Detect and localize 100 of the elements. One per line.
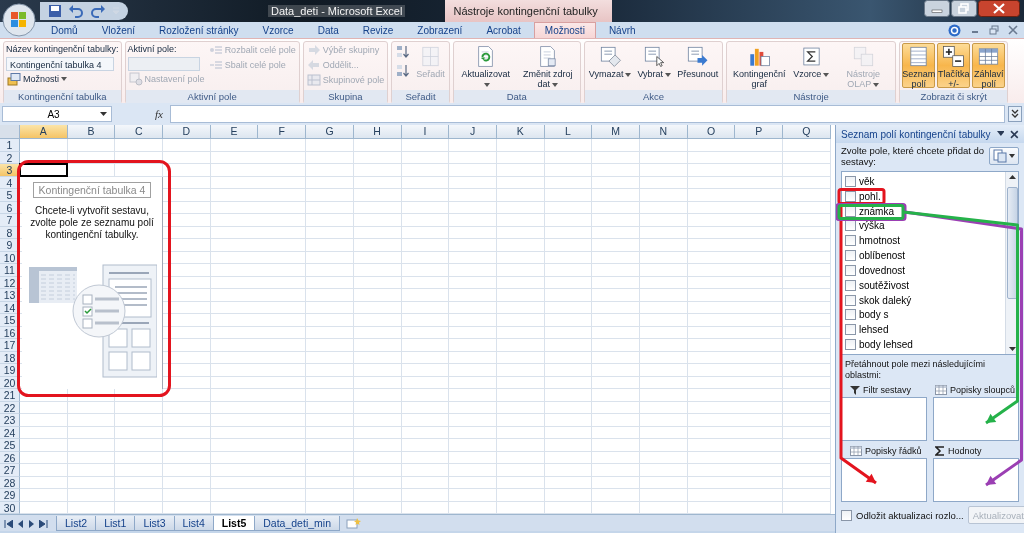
dropdown-button[interactable]: Změnit zdroj dat — [517, 43, 578, 88]
cell-grid[interactable] — [20, 139, 831, 514]
field-name[interactable]: soutěživost — [859, 279, 910, 291]
restore-button[interactable] — [951, 0, 977, 17]
ribbon-tab[interactable]: Data — [306, 22, 350, 38]
ribbon-tab[interactable]: Domů — [40, 22, 89, 38]
field-name[interactable]: výška — [859, 220, 885, 232]
row-header[interactable]: 27 — [0, 464, 20, 477]
column-header[interactable]: L — [544, 125, 593, 139]
row-header[interactable]: 15 — [0, 314, 20, 327]
sheet-tab[interactable]: List1 — [95, 516, 136, 531]
drop-area[interactable] — [933, 397, 1019, 441]
sheet-tab[interactable]: List4 — [173, 516, 214, 531]
row-header[interactable]: 19 — [0, 364, 20, 377]
ribbon-tab[interactable]: Návrh — [597, 22, 647, 38]
checkbox[interactable] — [845, 339, 856, 350]
checkbox[interactable] — [845, 205, 856, 217]
row-header[interactable]: 23 — [0, 414, 20, 427]
scroll-down-icon[interactable] — [1008, 347, 1016, 351]
row-header[interactable]: 7 — [0, 214, 20, 227]
row-header[interactable]: 11 — [0, 264, 20, 277]
row-header[interactable]: 5 — [0, 189, 20, 202]
close-icon[interactable] — [1010, 129, 1019, 139]
ribbon-button[interactable]: Přesunout — [675, 43, 721, 88]
column-header[interactable]: M — [592, 125, 640, 139]
column-header[interactable]: A — [20, 125, 68, 139]
dropdown-button[interactable]: Vymazat — [586, 43, 634, 88]
column-header[interactable]: F — [258, 125, 307, 139]
last-sheet-icon[interactable] — [39, 519, 48, 528]
column-header[interactable]: H — [353, 125, 402, 139]
insert-sheet-icon[interactable] — [345, 517, 361, 529]
checkbox[interactable] — [845, 294, 856, 306]
pivot-placeholder[interactable]: Kontingenční tabulka 4 Chcete-li vytvořit sestavu, zvolte pole ze seznamu polí kontingenční tabulky. — [22, 177, 163, 389]
dropdown-button[interactable]: Možnosti — [6, 72, 119, 86]
ribbon-tab[interactable]: Revize — [351, 22, 405, 38]
column-header[interactable]: C — [115, 125, 164, 139]
column-header[interactable]: I — [401, 125, 450, 139]
caret-icon[interactable] — [996, 131, 1005, 137]
field-name[interactable]: dovednost — [859, 264, 906, 276]
column-header[interactable]: B — [67, 125, 116, 139]
checkbox[interactable] — [845, 220, 856, 232]
drop-area[interactable] — [841, 397, 927, 441]
drop-area[interactable] — [841, 458, 927, 502]
close-button[interactable] — [978, 0, 1020, 17]
field-name[interactable]: pohl. — [859, 190, 881, 202]
row-header[interactable]: 25 — [0, 439, 20, 452]
toggle-button[interactable]: Tlačítka +/- — [937, 43, 971, 88]
checkbox[interactable] — [845, 279, 856, 291]
checkbox[interactable] — [845, 324, 856, 336]
first-sheet-icon[interactable] — [4, 519, 13, 528]
row-header[interactable]: 1 — [0, 139, 20, 152]
ribbon-tab[interactable]: Acrobat — [475, 22, 532, 38]
checkbox[interactable] — [845, 250, 856, 262]
dropdown-button[interactable]: Aktualizovat — [455, 43, 516, 88]
dropdown-button[interactable]: Vybrat — [635, 43, 674, 88]
ribbon-tab[interactable]: Rozložení stránky — [148, 22, 250, 38]
expand-icon[interactable] — [1008, 106, 1022, 122]
ribbon-button[interactable]: Kontingenční graf — [729, 43, 790, 88]
ribbon-tab[interactable]: Vzorce — [251, 22, 305, 38]
sheet-tab[interactable]: List3 — [134, 516, 175, 531]
name-box[interactable]: A3 — [2, 106, 112, 122]
formula-input[interactable] — [169, 105, 1005, 123]
row-header[interactable]: 21 — [0, 389, 20, 402]
row-header[interactable]: 29 — [0, 489, 20, 502]
field-name[interactable]: známka — [859, 205, 894, 217]
ribbon-tab[interactable]: Možnosti — [533, 22, 596, 38]
checkbox[interactable] — [845, 264, 856, 276]
save-icon[interactable] — [48, 4, 62, 18]
field-name[interactable]: body s — [859, 309, 889, 321]
column-header[interactable]: Q — [783, 125, 831, 139]
column-header[interactable]: P — [735, 125, 783, 139]
toggle-button[interactable]: Seznam polí — [902, 43, 936, 88]
name-field[interactable]: Kontingenční tabulka 4 — [6, 57, 114, 71]
redo-icon[interactable] — [90, 4, 106, 18]
ribbon-tab[interactable]: Vložení — [90, 22, 147, 38]
column-header[interactable]: N — [639, 125, 688, 139]
sheet-tab[interactable]: List2 — [56, 516, 97, 531]
undo-icon[interactable] — [68, 4, 84, 18]
checkbox[interactable] — [845, 175, 856, 187]
column-header[interactable]: G — [306, 125, 354, 139]
column-header[interactable]: E — [210, 125, 259, 139]
field-name[interactable]: skok daleký — [859, 294, 912, 306]
checkbox[interactable] — [845, 190, 856, 202]
field-name[interactable]: hmotnost — [859, 235, 901, 247]
sheet-tab[interactable]: List5 — [212, 516, 256, 531]
toggle-button[interactable]: Záhlaví polí — [972, 43, 1006, 88]
column-header[interactable]: J — [449, 125, 497, 139]
dropdown-button[interactable]: Vzorce — [791, 43, 832, 88]
scroll-up-icon[interactable] — [1008, 175, 1016, 179]
row-header[interactable]: 9 — [0, 239, 20, 252]
column-header[interactable]: K — [496, 125, 545, 139]
next-sheet-icon[interactable] — [28, 519, 35, 528]
row-header[interactable]: 3 — [0, 164, 20, 177]
field-name[interactable]: oblíbenost — [859, 250, 906, 262]
drop-area[interactable] — [933, 458, 1019, 502]
help-icon[interactable] — [948, 23, 961, 37]
row-header[interactable]: 13 — [0, 289, 20, 302]
checkbox[interactable] — [845, 309, 856, 321]
sheet-tab[interactable]: Data_deti_min — [254, 516, 340, 531]
layout-button[interactable] — [989, 147, 1019, 165]
